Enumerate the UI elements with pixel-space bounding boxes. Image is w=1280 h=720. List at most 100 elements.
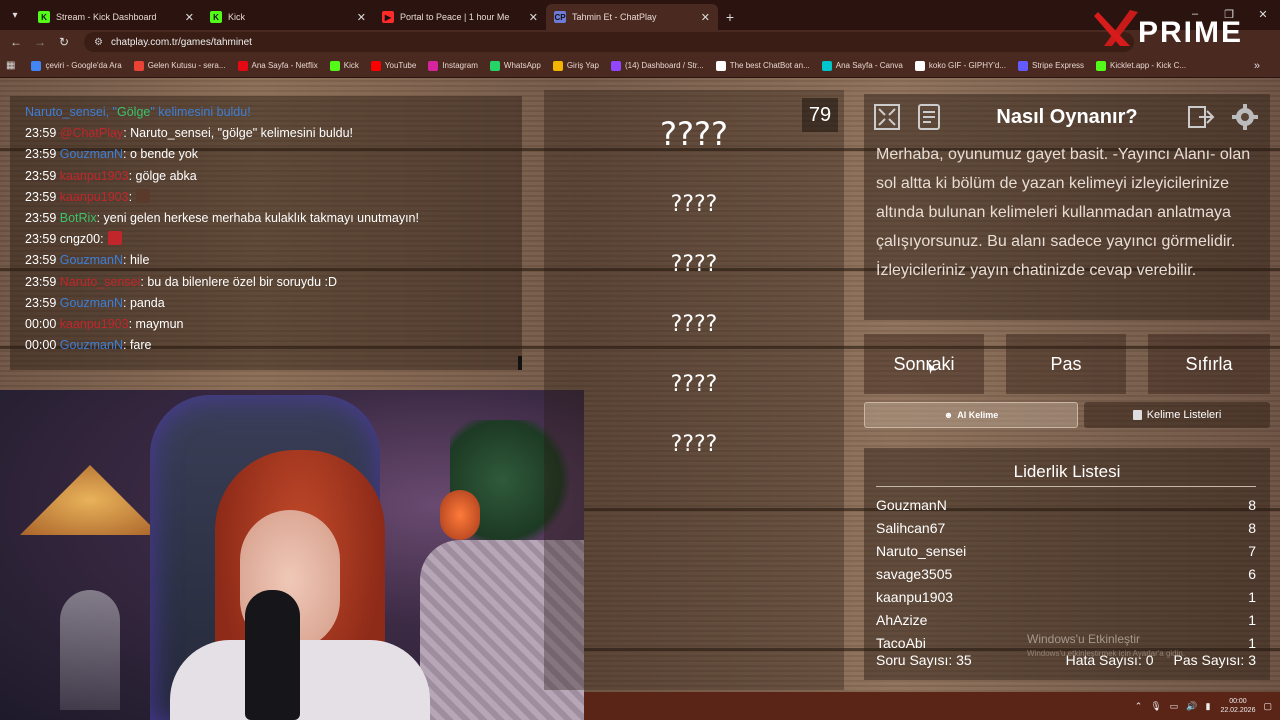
chat-username[interactable]: GouzmanN [60,147,123,161]
how-to-play-panel: Nasıl Oynanır? Merhaba, oyunumuz gayet b… [864,94,1270,320]
more-bookmarks-icon[interactable]: » [1254,60,1260,72]
bookmark-favicon-icon [1018,60,1028,71]
close-tab-icon[interactable]: ✕ [357,11,366,24]
network-icon[interactable]: ▭ [1170,701,1179,712]
player-name: Naruto_sensei [876,542,967,559]
word-lists-button[interactable]: Kelime Listeleri [1084,402,1270,428]
exit-icon[interactable] [1184,100,1218,134]
bookmark-item[interactable]: Ana Sayfa - Netflix [237,60,318,71]
svg-text:PRIME: PRIME [1138,16,1243,49]
browser-tab[interactable]: CP Tahmin Et - ChatPlay ✕ [546,4,718,30]
ai-word-button[interactable]: ☻ AI Kelime [864,402,1078,428]
chat-username[interactable]: GouzmanN [60,338,123,352]
close-tab-icon[interactable]: ✕ [701,11,710,24]
taskbar: ⌃ 🎙 ▭ 🔊 ▮ 00:00 22.02.2026 ▢ [584,692,1280,720]
activation-watermark-subtext: Windows'u etkinleştirmek için Ayarlar'a … [1027,649,1186,658]
back-icon[interactable]: ← [4,30,28,54]
bookmark-item[interactable]: Kick [329,60,359,71]
chat-username[interactable]: Naruto_sensei [60,275,141,289]
chat-username[interactable]: cngz00 [60,232,100,246]
clock-date: 22.02.2026 [1220,707,1256,714]
chat-username[interactable]: BotRix [60,211,97,225]
bookmark-favicon-icon [237,60,248,71]
pass-button[interactable]: Pas [1006,334,1126,394]
clock[interactable]: 00:00 22.02.2026 [1220,697,1255,715]
bookmark-item[interactable]: Giriş Yap [552,60,599,71]
reset-button[interactable]: Sıfırla [1148,334,1270,394]
bookmark-item[interactable]: Stripe Express [1018,60,1085,71]
bookmark-item[interactable]: çeviri - Google'da Ara [31,60,122,71]
bookmark-label: YouTube [384,61,417,70]
bookmark-label: WhatsApp [503,61,541,70]
hidden-word: ???? [670,252,718,277]
bookmark-item[interactable]: Kicklet.app - Kick C... [1096,60,1186,71]
notification-icon[interactable]: ▢ [1263,701,1272,712]
bookmark-item[interactable]: Instagram [428,60,478,71]
chat-username[interactable]: GouzmanN [60,296,123,310]
xprime-logo: PRIME [1094,10,1243,49]
tab-search-button[interactable]: ▾ [0,0,30,30]
browser-tab[interactable]: ▶ Portal to Peace | 1 hour Me ✕ [374,4,546,30]
system-tray: ⌃ 🎙 ▭ 🔊 ▮ 00:00 22.02.2026 ▢ [1127,697,1272,715]
robot-icon: ☻ [943,410,954,420]
tab-favicon-icon: K [38,11,50,23]
bookmark-label: Ana Sayfa - Canva [835,61,903,70]
how-to-play-text: Merhaba, oyunumuz gayet basit. -Yayıncı … [876,146,1251,279]
bookmark-label: Stripe Express [1032,61,1085,70]
address-bar[interactable]: ⚙ chatplay.com.tr/games/tahminet [84,32,1134,52]
word-lists-label: Kelime Listeleri [1146,409,1222,421]
bookmark-item[interactable]: The best ChatBot an... [715,60,810,71]
leaderboard-row: Naruto_sensei 7 [876,539,1256,562]
close-tab-icon[interactable]: ✕ [529,11,538,24]
battery-icon[interactable]: ▮ [1205,701,1210,712]
chat-username[interactable]: kaanpu1903 [60,169,129,183]
chat-timestamp: 00:00 [25,316,57,331]
tab-favicon-icon: K [210,11,222,23]
chat-timestamp: 23:59 [25,295,57,310]
chat-message: 23:59 @ChatPlay: Naruto_sensei, "gölge" … [25,123,507,144]
pass-count: Pas Sayısı: 3 [1173,652,1256,668]
hidden-word: ???? [670,372,718,397]
chat-scrollbar[interactable] [518,356,522,370]
bookmark-label: koko GIF - GIPHY'd... [928,61,1006,70]
forward-icon[interactable]: → [28,30,52,54]
bookmark-favicon-icon [610,60,621,71]
hidden-word: ???? [670,192,718,217]
next-button[interactable]: Sonraki [864,334,984,394]
gear-icon[interactable] [1228,100,1262,134]
apps-grid-icon[interactable]: ▦ [6,60,15,71]
question-count: Soru Sayısı: 35 [876,652,972,668]
chat-username[interactable]: kaanpu1903 [60,317,129,331]
bookmark-item[interactable]: Gelen Kutusu - sera... [133,60,226,71]
bookmark-favicon-icon [1096,60,1107,71]
bookmark-item[interactable]: (14) Dashboard / Str... [610,60,704,71]
browser-tab[interactable]: K Stream - Kick Dashboard ✕ [30,4,202,30]
bookmark-item[interactable]: WhatsApp [489,60,541,71]
player-score: 6 [1248,565,1256,582]
chat-username[interactable]: kaanpu1903 [60,190,129,204]
bookmark-item[interactable]: koko GIF - GIPHY'd... [914,60,1006,71]
list-icon [1132,410,1142,420]
reload-icon[interactable]: ↻ [52,30,76,54]
chat-username[interactable]: GouzmanN [60,253,123,267]
site-info-icon[interactable]: ⚙ [94,37,103,48]
microphone-icon[interactable]: 🎙 [1150,701,1161,712]
close-tab-icon[interactable]: ✕ [185,11,194,24]
leaderboard-row: GouzmanN 8 [876,493,1256,516]
bookmark-item[interactable]: Ana Sayfa - Canva [821,60,903,71]
chat-username[interactable]: @ChatPlay [60,126,123,140]
chat-timestamp: 23:59 [25,147,57,162]
player-score: 7 [1248,542,1256,559]
tab-title: Tahmin Et - ChatPlay [572,12,657,22]
tab-favicon-icon: ▶ [382,11,394,23]
player-name: GouzmanN [876,496,947,513]
tab-title: Portal to Peace | 1 hour Me [400,12,510,22]
word-column: ???? ???? ???? ???? ???? ???? [544,90,844,690]
chevron-up-icon[interactable]: ⌃ [1135,701,1143,712]
volume-icon[interactable]: 🔊 [1186,701,1197,712]
leaderboard-row: savage3505 6 [876,562,1256,585]
browser-tab[interactable]: K Kick ✕ [202,4,374,30]
chat-timestamp: 23:59 [25,232,57,247]
new-tab-button[interactable]: + [718,4,742,30]
bookmark-item[interactable]: YouTube [370,60,417,71]
